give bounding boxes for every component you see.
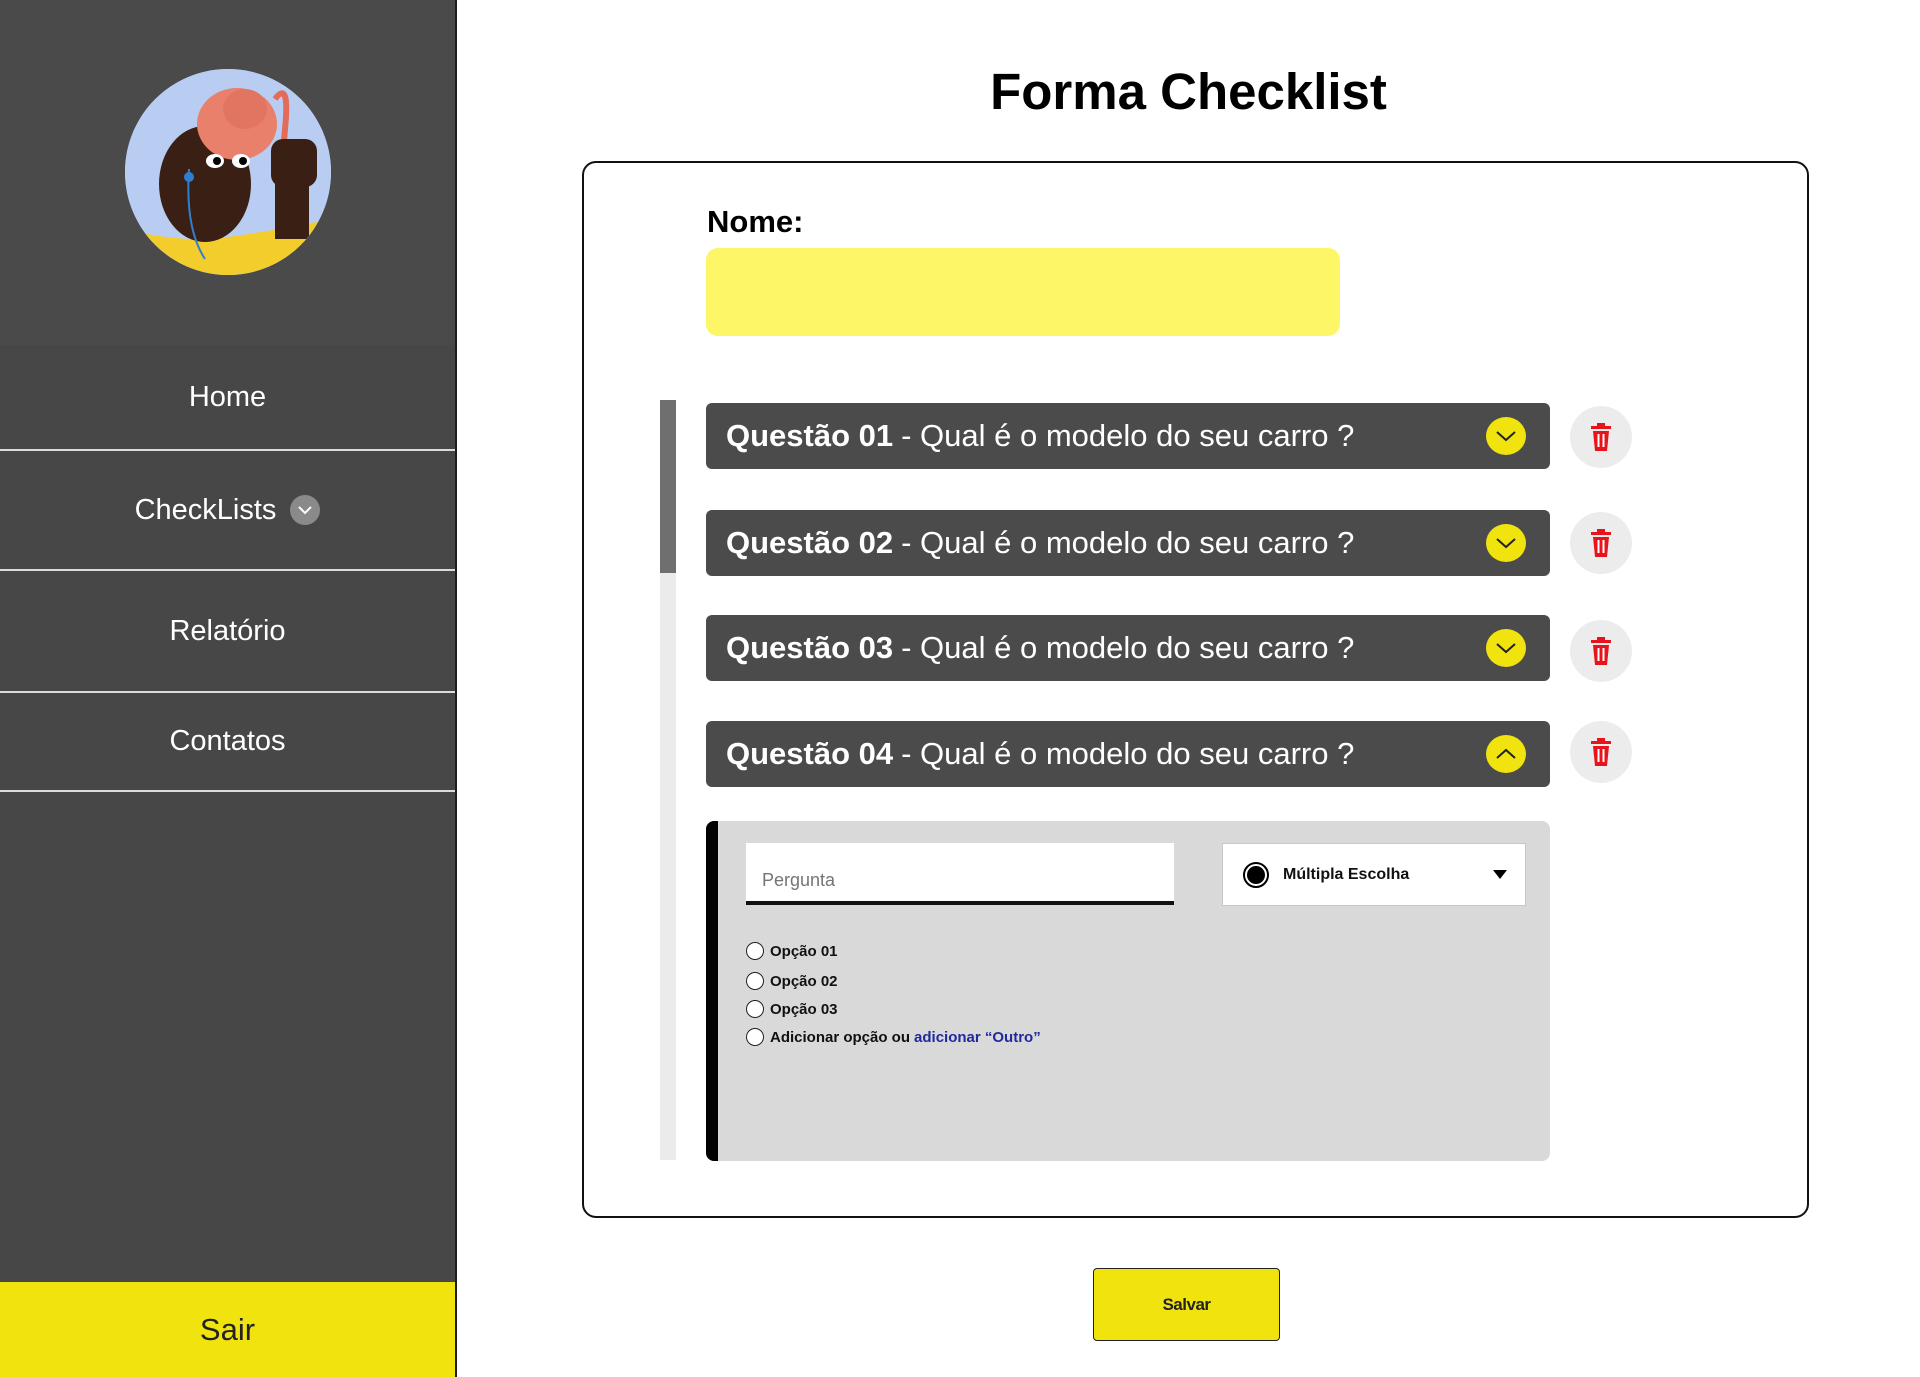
- question-text: - Qual é o modelo do seu carro ?: [901, 736, 1355, 771]
- radio-icon: [1243, 861, 1269, 888]
- main-nav: Home CheckLists Relatório Contatos: [0, 345, 455, 792]
- delete-question-01-button[interactable]: [1570, 406, 1632, 468]
- trash-icon: [1591, 637, 1611, 665]
- question-bar-03[interactable]: Questão 03 - Qual é o modelo do seu carr…: [706, 615, 1550, 681]
- question-text: - Qual é o modelo do seu carro ?: [901, 525, 1355, 560]
- option-radio[interactable]: [746, 942, 764, 960]
- question-input[interactable]: [746, 843, 1174, 905]
- nav-item-relatorio[interactable]: Relatório: [0, 571, 455, 693]
- question-number: Questão 03: [726, 630, 894, 665]
- delete-question-02-button[interactable]: [1570, 512, 1632, 574]
- chevron-down-icon[interactable]: [290, 495, 321, 525]
- question-bar-02[interactable]: Questão 02 - Qual é o modelo do seu carr…: [706, 510, 1550, 576]
- avatar[interactable]: [125, 69, 331, 275]
- chevron-down-icon[interactable]: [1486, 524, 1526, 562]
- question-text: - Qual é o modelo do seu carro ?: [901, 418, 1355, 453]
- option-radio[interactable]: [746, 1028, 764, 1046]
- question-number: Questão 02: [726, 525, 894, 560]
- questions-scrollbar-thumb[interactable]: [660, 400, 676, 573]
- question-number: Questão 04: [726, 736, 894, 771]
- question-type-label: Múltipla Escolha: [1283, 865, 1410, 883]
- question-number: Questão 01: [726, 418, 894, 453]
- question-type-select[interactable]: Múltipla Escolha: [1222, 843, 1526, 906]
- chevron-down-icon[interactable]: [1486, 629, 1526, 667]
- chevron-up-icon[interactable]: [1486, 735, 1526, 773]
- option-item: Opção 03: [746, 1000, 838, 1018]
- nav-item-checklists[interactable]: CheckLists: [0, 451, 455, 571]
- nav-item-checklists-label: CheckLists: [134, 493, 277, 526]
- nav-item-contatos-label: Contatos: [169, 725, 286, 757]
- add-option-row: Adicionar opção ou adicionar “Outro”: [746, 1028, 1041, 1046]
- caret-down-icon: [1493, 870, 1507, 879]
- add-other-link[interactable]: adicionar “Outro”: [914, 1029, 1041, 1046]
- option-label[interactable]: Opção 03: [770, 1001, 838, 1018]
- name-label: Nome:: [707, 204, 804, 239]
- nav-item-contatos[interactable]: Contatos: [0, 693, 455, 792]
- nav-item-home[interactable]: Home: [0, 345, 455, 451]
- logout-button[interactable]: Sair: [0, 1282, 455, 1377]
- save-button[interactable]: Salvar: [1093, 1268, 1280, 1341]
- delete-question-04-button[interactable]: [1570, 721, 1632, 783]
- question-text: - Qual é o modelo do seu carro ?: [901, 630, 1355, 665]
- option-label[interactable]: Opção 02: [770, 973, 838, 990]
- page-title: Forma Checklist: [990, 63, 1387, 120]
- profile-area: [0, 0, 455, 345]
- option-radio[interactable]: [746, 1000, 764, 1018]
- trash-icon: [1591, 529, 1611, 557]
- name-input[interactable]: [706, 248, 1340, 336]
- delete-question-03-button[interactable]: [1570, 620, 1632, 682]
- question-bar-04[interactable]: Questão 04 - Qual é o modelo do seu carr…: [706, 721, 1550, 787]
- chevron-down-icon[interactable]: [1486, 417, 1526, 455]
- option-item: Opção 02: [746, 972, 838, 990]
- option-radio[interactable]: [746, 972, 764, 990]
- add-option-text[interactable]: Adicionar opção ou: [770, 1029, 910, 1046]
- trash-icon: [1591, 423, 1611, 451]
- option-label[interactable]: Opção 01: [770, 943, 838, 960]
- avatar-illustration: [125, 69, 331, 275]
- option-item: Opção 01: [746, 942, 838, 960]
- logout-label: Sair: [199, 1311, 256, 1347]
- sidebar: Home CheckLists Relatório Contatos Sair: [0, 0, 457, 1377]
- nav-item-relatorio-label: Relatório: [169, 614, 286, 647]
- nav-item-home-label: Home: [188, 380, 267, 413]
- question-bar-01[interactable]: Questão 01 - Qual é o modelo do seu carr…: [706, 403, 1550, 469]
- trash-icon: [1591, 738, 1611, 766]
